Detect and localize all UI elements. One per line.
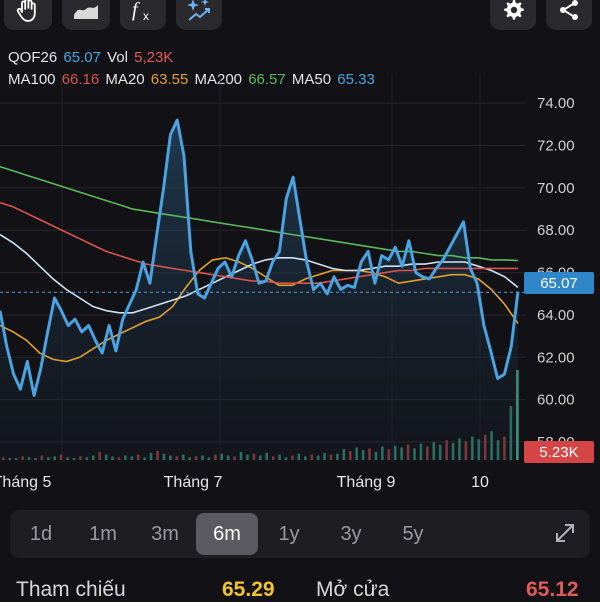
function-icon: f x [132, 0, 149, 23]
tab-1y[interactable]: 1y [258, 513, 320, 555]
tab-6m[interactable]: 6m [196, 513, 258, 555]
tab-3m[interactable]: 3m [134, 513, 196, 555]
fullscreen-button[interactable] [550, 518, 580, 553]
ai-analysis-button[interactable] [176, 0, 222, 30]
tab-1d[interactable]: 1d [10, 513, 72, 555]
hand-tool-button[interactable] [4, 0, 52, 30]
share-icon [560, 0, 578, 20]
y-tick-label: 70.00 [537, 180, 575, 197]
gear-icon [504, 0, 524, 20]
tab-1m[interactable]: 1m [72, 513, 134, 555]
x-tick-label: Tháng 9 [337, 474, 396, 491]
timeframe-selector: 1d 1m 3m 6m 1y 3y 5y [10, 510, 590, 558]
reference-label: Tham chiếu [16, 578, 126, 601]
svg-text:f: f [132, 0, 140, 21]
sparkle-chart-icon [187, 0, 210, 21]
chart-type-button[interactable] [62, 0, 110, 30]
price-chart[interactable]: 74.0072.0070.0068.0066.0064.0062.0060.00… [0, 40, 600, 500]
settings-button[interactable] [490, 0, 536, 30]
y-tick-label: 68.00 [537, 222, 575, 239]
y-tick-label: 64.00 [537, 307, 575, 324]
hand-icon [16, 0, 36, 22]
reference-value: 65.29 [222, 578, 275, 601]
indicators-button[interactable]: f x [120, 0, 166, 30]
tab-5y[interactable]: 5y [382, 513, 444, 555]
x-tick-label: 10 [471, 474, 489, 491]
x-tick-label: Tháng 7 [164, 474, 223, 491]
y-tick-label: 74.00 [537, 95, 575, 112]
ma200-line [0, 165, 519, 262]
expand-icon [556, 524, 574, 542]
share-button[interactable] [546, 0, 592, 30]
svg-text:x: x [143, 9, 149, 23]
volume-tag: 5.23K [524, 441, 594, 463]
tab-3y[interactable]: 3y [320, 513, 382, 555]
price-area-fill [0, 120, 518, 462]
y-tick-label: 72.00 [537, 138, 575, 155]
open-value: 65.12 [526, 578, 579, 601]
last-price-tag: 65.07 [524, 272, 594, 294]
y-tick-label: 62.00 [537, 349, 575, 366]
x-tick-label: Tháng 5 [0, 474, 51, 491]
area-chart-icon [74, 5, 98, 19]
open-label: Mở cửa [316, 578, 390, 601]
y-tick-label: 60.00 [537, 392, 575, 409]
